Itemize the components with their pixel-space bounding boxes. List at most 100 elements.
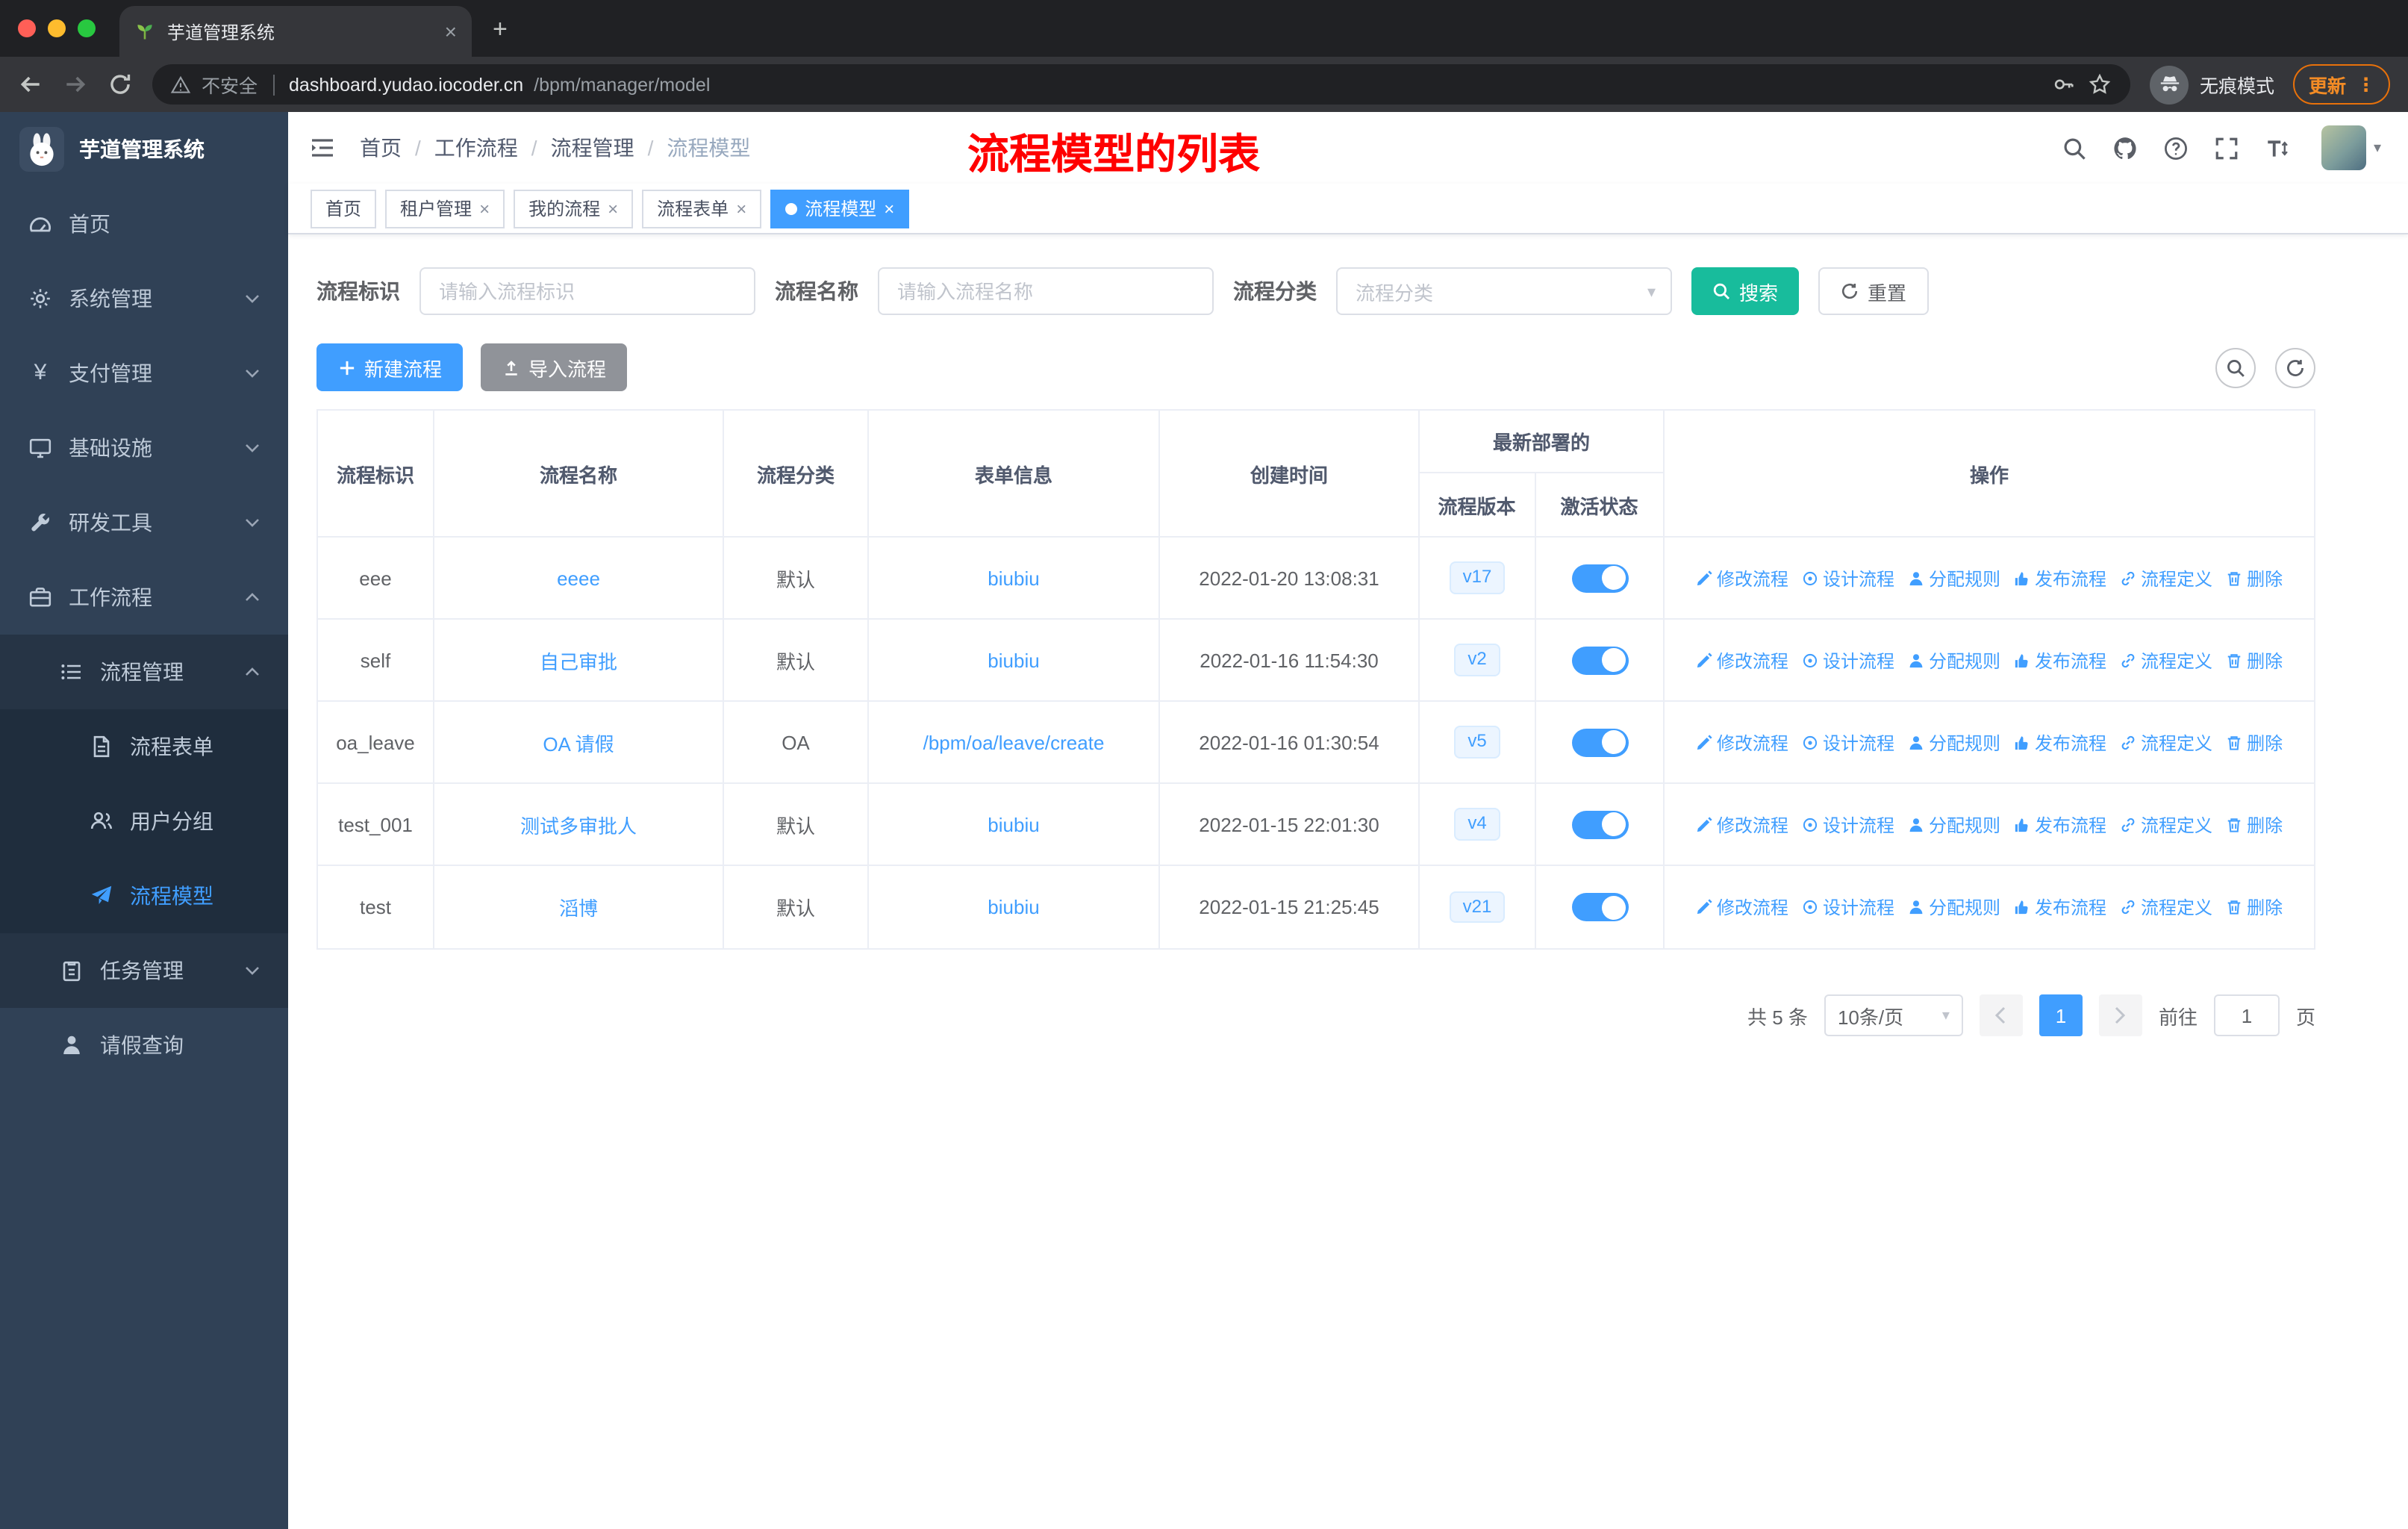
delete-link[interactable]: 删除: [2226, 565, 2283, 591]
tag-close-icon[interactable]: ×: [608, 198, 618, 219]
sidebar-item-process-model[interactable]: 流程模型: [0, 859, 288, 933]
delete-link[interactable]: 删除: [2226, 812, 2283, 837]
close-window-button[interactable]: [18, 19, 36, 37]
modify-process-link[interactable]: 修改流程: [1696, 647, 1788, 673]
page-size-select[interactable]: 10条/页 ▾: [1824, 994, 1963, 1036]
form-info-link[interactable]: biubiu: [988, 813, 1039, 835]
active-toggle[interactable]: [1571, 564, 1628, 592]
tag-process-form[interactable]: 流程表单 ×: [642, 189, 762, 228]
address-bar[interactable]: 不安全 dashboard.yudao.iocoder.cn /bpm/mana…: [152, 64, 2131, 105]
process-definition-link[interactable]: 流程定义: [2120, 729, 2212, 755]
process-name-link[interactable]: 测试多审批人: [520, 810, 637, 838]
fullscreen-icon[interactable]: [2214, 135, 2239, 161]
sidebar-item-process-form[interactable]: 流程表单: [0, 709, 288, 784]
tag-my-process[interactable]: 我的流程 ×: [514, 189, 634, 228]
browser-tab[interactable]: 芋道管理系统 ×: [119, 6, 472, 57]
process-definition-link[interactable]: 流程定义: [2120, 812, 2212, 837]
prev-page-button[interactable]: [1979, 994, 2023, 1036]
search-button[interactable]: 搜索: [1691, 267, 1800, 315]
version-badge[interactable]: v21: [1449, 891, 1506, 924]
tag-close-icon[interactable]: ×: [736, 198, 746, 219]
sidebar-item-infrastructure[interactable]: 基础设施: [0, 411, 288, 485]
reset-button[interactable]: 重置: [1818, 267, 1930, 315]
design-process-link[interactable]: 设计流程: [1802, 894, 1894, 920]
breadcrumb-process-management[interactable]: 流程管理: [551, 133, 634, 163]
modify-process-link[interactable]: 修改流程: [1696, 894, 1788, 920]
version-badge[interactable]: v4: [1454, 808, 1500, 841]
sidebar-collapse-icon[interactable]: [309, 136, 336, 160]
process-name-link[interactable]: OA 请假: [543, 728, 614, 756]
process-id-input[interactable]: [419, 267, 755, 315]
create-process-button[interactable]: 新建流程: [316, 343, 464, 391]
assign-rule-link[interactable]: 分配规则: [1908, 812, 2000, 837]
browser-menu-icon[interactable]: ⋮: [2356, 73, 2375, 96]
publish-process-link[interactable]: 发布流程: [2014, 729, 2106, 755]
bookmark-star-icon[interactable]: [2088, 72, 2113, 97]
assign-rule-link[interactable]: 分配规则: [1908, 647, 2000, 673]
tab-close-icon[interactable]: ×: [445, 21, 457, 42]
version-badge[interactable]: v2: [1454, 644, 1500, 676]
sidebar-item-workflow[interactable]: 工作流程: [0, 560, 288, 635]
form-info-link[interactable]: /bpm/oa/leave/create: [923, 731, 1105, 753]
process-name-link[interactable]: 滔博: [559, 893, 598, 921]
modify-process-link[interactable]: 修改流程: [1696, 729, 1788, 755]
process-name-link[interactable]: 自己审批: [540, 646, 617, 674]
tag-tenant-management[interactable]: 租户管理 ×: [385, 189, 505, 228]
design-process-link[interactable]: 设计流程: [1802, 565, 1894, 591]
minimize-window-button[interactable]: [48, 19, 66, 37]
font-size-icon[interactable]: [2265, 135, 2290, 161]
process-category-select[interactable]: 流程分类 ▾: [1336, 267, 1672, 315]
publish-process-link[interactable]: 发布流程: [2014, 812, 2106, 837]
github-icon[interactable]: [2112, 135, 2138, 161]
process-definition-link[interactable]: 流程定义: [2120, 565, 2212, 591]
assign-rule-link[interactable]: 分配规则: [1908, 894, 2000, 920]
design-process-link[interactable]: 设计流程: [1802, 729, 1894, 755]
import-process-button[interactable]: 导入流程: [481, 343, 628, 391]
forward-icon[interactable]: [63, 72, 88, 97]
reload-icon[interactable]: [107, 72, 133, 97]
sidebar-item-dev-tools[interactable]: 研发工具: [0, 485, 288, 560]
sidebar-item-task-management[interactable]: 任务管理: [0, 933, 288, 1008]
tag-close-icon[interactable]: ×: [884, 198, 894, 219]
sidebar-item-home[interactable]: 首页: [0, 187, 288, 261]
current-page-button[interactable]: 1: [2039, 994, 2083, 1036]
not-secure-warning-icon[interactable]: [170, 74, 191, 95]
process-definition-link[interactable]: 流程定义: [2120, 894, 2212, 920]
security-label[interactable]: 不安全: [202, 70, 258, 99]
refresh-table-button[interactable]: [2275, 347, 2315, 387]
form-info-link[interactable]: biubiu: [988, 567, 1039, 589]
password-key-icon[interactable]: [2052, 72, 2077, 97]
sidebar-item-process-management[interactable]: 流程管理: [0, 635, 288, 709]
design-process-link[interactable]: 设计流程: [1802, 647, 1894, 673]
user-avatar-menu[interactable]: ▾: [2321, 125, 2381, 170]
design-process-link[interactable]: 设计流程: [1802, 812, 1894, 837]
search-icon[interactable]: [2062, 135, 2087, 161]
zoom-window-button[interactable]: [78, 19, 96, 37]
tag-process-model[interactable]: 流程模型 ×: [770, 189, 910, 228]
toggle-search-button[interactable]: [2215, 347, 2256, 387]
goto-page-input[interactable]: [2213, 994, 2280, 1036]
publish-process-link[interactable]: 发布流程: [2014, 565, 2106, 591]
publish-process-link[interactable]: 发布流程: [2014, 894, 2106, 920]
active-toggle[interactable]: [1571, 646, 1628, 674]
sidebar-item-payment-management[interactable]: ¥ 支付管理: [0, 336, 288, 411]
breadcrumb-workflow[interactable]: 工作流程: [434, 133, 518, 163]
browser-update-button[interactable]: 更新 ⋮: [2293, 64, 2390, 105]
breadcrumb-home[interactable]: 首页: [360, 133, 402, 163]
back-icon[interactable]: [18, 72, 43, 97]
modify-process-link[interactable]: 修改流程: [1696, 565, 1788, 591]
active-toggle[interactable]: [1571, 893, 1628, 921]
tag-close-icon[interactable]: ×: [479, 198, 490, 219]
assign-rule-link[interactable]: 分配规则: [1908, 565, 2000, 591]
help-icon[interactable]: [2163, 135, 2189, 161]
sidebar-item-user-group[interactable]: 用户分组: [0, 784, 288, 859]
active-toggle[interactable]: [1571, 810, 1628, 838]
form-info-link[interactable]: biubiu: [988, 649, 1039, 671]
assign-rule-link[interactable]: 分配规则: [1908, 729, 2000, 755]
form-info-link[interactable]: biubiu: [988, 896, 1039, 918]
process-name-input[interactable]: [878, 267, 1214, 315]
new-tab-button[interactable]: +: [493, 15, 508, 45]
sidebar-item-system-management[interactable]: 系统管理: [0, 261, 288, 336]
delete-link[interactable]: 删除: [2226, 729, 2283, 755]
next-page-button[interactable]: [2098, 994, 2142, 1036]
